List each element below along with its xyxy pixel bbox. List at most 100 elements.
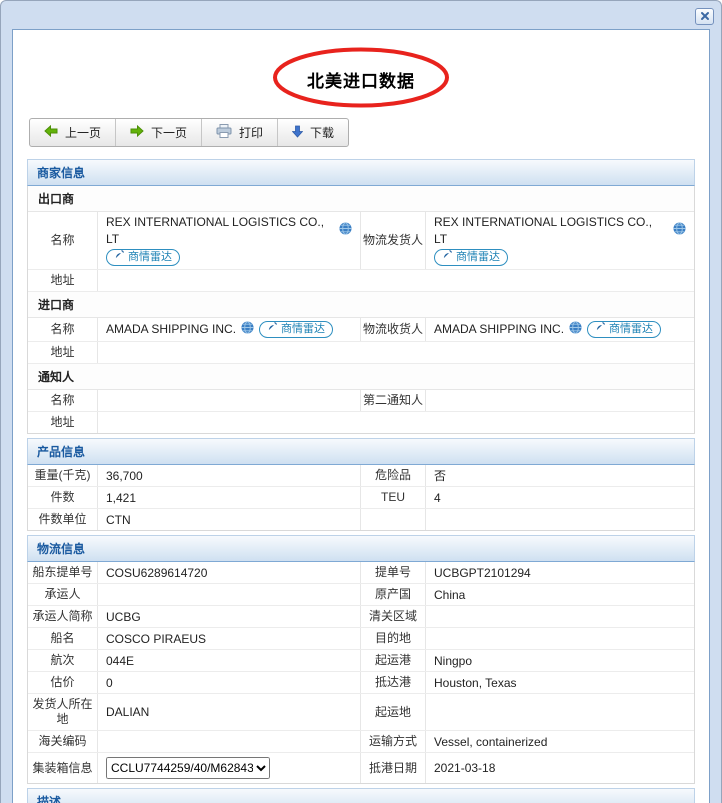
field-label: 运输方式 xyxy=(361,731,426,752)
field-label: 件数单位 xyxy=(28,509,98,530)
radar-button[interactable]: 商情雷达 xyxy=(106,249,180,266)
table-row: 承运人简称 UCBG 清关区域 xyxy=(28,606,694,628)
loading-port: Ningpo xyxy=(434,653,473,668)
exporter-name: REX INTERNATIONAL LOGISTICS CO., LT xyxy=(106,215,325,246)
radar-button[interactable]: 商情雷达 xyxy=(259,321,334,338)
print-button[interactable]: 打印 xyxy=(202,119,279,146)
subsection-notify: 通知人 xyxy=(28,364,694,390)
next-page-button[interactable]: 下一页 xyxy=(116,119,203,146)
weight-value: 36,700 xyxy=(98,465,361,486)
title-area: 北美进口数据 xyxy=(27,47,695,108)
page-title: 北美进口数据 xyxy=(307,71,415,91)
radar-button[interactable]: 商情雷达 xyxy=(587,321,662,338)
radar-icon xyxy=(595,321,606,338)
origin-place xyxy=(426,694,694,730)
table-row: 名称 REX INTERNATIONAL LOGISTICS CO., LT 商… xyxy=(28,212,694,270)
subsection-importer: 进口商 xyxy=(28,292,694,318)
subsection-exporter: 出口商 xyxy=(28,186,694,212)
field-label: 船名 xyxy=(28,628,98,649)
master-bl-number: COSU6289614720 xyxy=(98,562,361,583)
teu-value: 4 xyxy=(434,490,441,505)
field-label: 重量(千克) xyxy=(28,465,98,486)
logistics-consignee-cell: AMADA SHIPPING INC. 商情雷达 xyxy=(426,318,694,341)
carrier-value xyxy=(98,584,361,605)
prev-page-button[interactable]: 上一页 xyxy=(30,119,117,146)
table-row: 地址 xyxy=(28,412,694,433)
section-logistics-info: 物流信息 船东提单号 COSU6289614720 提单号 UCBGPT2101… xyxy=(27,535,695,784)
table-row: 发货人所在地 DALIAN 起运地 xyxy=(28,694,694,731)
field-label: 物流收货人 xyxy=(361,318,426,341)
printer-icon xyxy=(216,124,232,141)
table-row: 船名 COSCO PIRAEUS 目的地 xyxy=(28,628,694,650)
globe-icon[interactable] xyxy=(339,222,352,240)
print-label: 打印 xyxy=(239,126,264,140)
field-label: 物流发货人 xyxy=(361,212,426,269)
container-info-cell: CCLU7744259/40/M628435 xyxy=(98,753,361,783)
section-product-info: 产品信息 重量(千克) 36,700 危险品 否 件数 1,421 TEU 4 … xyxy=(27,438,695,531)
close-icon xyxy=(700,10,710,24)
notify-name xyxy=(98,390,361,411)
transport-mode: Vessel, containerized xyxy=(434,734,548,749)
arrow-down-icon xyxy=(291,125,304,141)
table-row: 承运人 原产国 China xyxy=(28,584,694,606)
exporter-name-cell: REX INTERNATIONAL LOGISTICS CO., LT 商情雷达 xyxy=(98,212,361,269)
globe-icon[interactable] xyxy=(673,222,686,240)
field-label: 抵达港 xyxy=(361,672,426,693)
close-button[interactable] xyxy=(695,8,714,25)
voyage-number: 044E xyxy=(98,650,361,671)
radar-button-label: 商情雷达 xyxy=(456,251,500,263)
vessel-name: COSCO PIRAEUS xyxy=(98,628,361,649)
field-label: 承运人简称 xyxy=(28,606,98,627)
logistics-shipper-cell: REX INTERNATIONAL LOGISTICS CO., LT 商情雷达 xyxy=(426,212,694,269)
importer-address xyxy=(98,342,694,363)
table-row: 地址 xyxy=(28,342,694,364)
download-button[interactable]: 下载 xyxy=(278,119,348,146)
estimated-value: 0 xyxy=(98,672,361,693)
section-merchant-info: 商家信息 出口商 名称 REX INTERNATIONAL LOGISTICS … xyxy=(27,159,695,434)
field-label: 发货人所在地 xyxy=(28,694,98,730)
section-header: 描述 xyxy=(27,788,695,803)
dialog-titlebar xyxy=(1,1,721,29)
prev-page-label: 上一页 xyxy=(65,126,102,140)
radar-button-label: 商情雷达 xyxy=(281,323,326,335)
arrival-date: 2021-03-18 xyxy=(434,761,496,775)
container-select[interactable]: CCLU7744259/40/M628435 xyxy=(106,757,270,779)
field-label: 危险品 xyxy=(361,465,426,486)
field-label: 起运地 xyxy=(361,694,426,730)
field-label: 地址 xyxy=(28,342,98,363)
section-header: 商家信息 xyxy=(27,159,695,186)
arrival-port: Houston, Texas xyxy=(434,675,517,690)
table-row: 船东提单号 COSU6289614720 提单号 UCBGPT2101294 xyxy=(28,562,694,584)
radar-icon xyxy=(267,321,278,338)
next-page-label: 下一页 xyxy=(151,126,188,140)
importer-name-cell: AMADA SHIPPING INC. 商情雷达 xyxy=(98,318,361,341)
empty-cell xyxy=(426,509,694,530)
field-label: 起运港 xyxy=(361,650,426,671)
field-label: 名称 xyxy=(28,390,98,411)
table-row: 估价 0 抵达港 Houston, Texas xyxy=(28,672,694,694)
notify-address xyxy=(98,412,694,433)
table-row: 重量(千克) 36,700 危险品 否 xyxy=(28,465,694,487)
field-label: 船东提单号 xyxy=(28,562,98,583)
globe-icon[interactable] xyxy=(241,320,254,339)
radar-button-label: 商情雷达 xyxy=(128,251,172,263)
unit-value: CTN xyxy=(98,509,361,530)
field-label: 名称 xyxy=(28,212,98,269)
field-label: 估价 xyxy=(28,672,98,693)
table-row: 地址 xyxy=(28,270,694,292)
origin-country: China xyxy=(434,587,466,602)
table-row: 海关编码 运输方式 Vessel, containerized xyxy=(28,731,694,753)
table-row: 航次 044E 起运港 Ningpo xyxy=(28,650,694,672)
field-label: 航次 xyxy=(28,650,98,671)
globe-icon[interactable] xyxy=(569,320,582,339)
field-label: 地址 xyxy=(28,412,98,433)
radar-button[interactable]: 商情雷达 xyxy=(434,249,508,266)
field-label: 名称 xyxy=(28,318,98,341)
table-row: 件数 1,421 TEU 4 xyxy=(28,487,694,509)
radar-icon xyxy=(114,249,125,266)
section-description: 描述 产品简称 产品描述 OOCU6508704: 001:KITCHEN WA… xyxy=(27,788,695,803)
destination xyxy=(426,628,694,649)
customs-area xyxy=(426,606,694,627)
radar-button-label: 商情雷达 xyxy=(609,323,654,335)
field-label: 目的地 xyxy=(361,628,426,649)
